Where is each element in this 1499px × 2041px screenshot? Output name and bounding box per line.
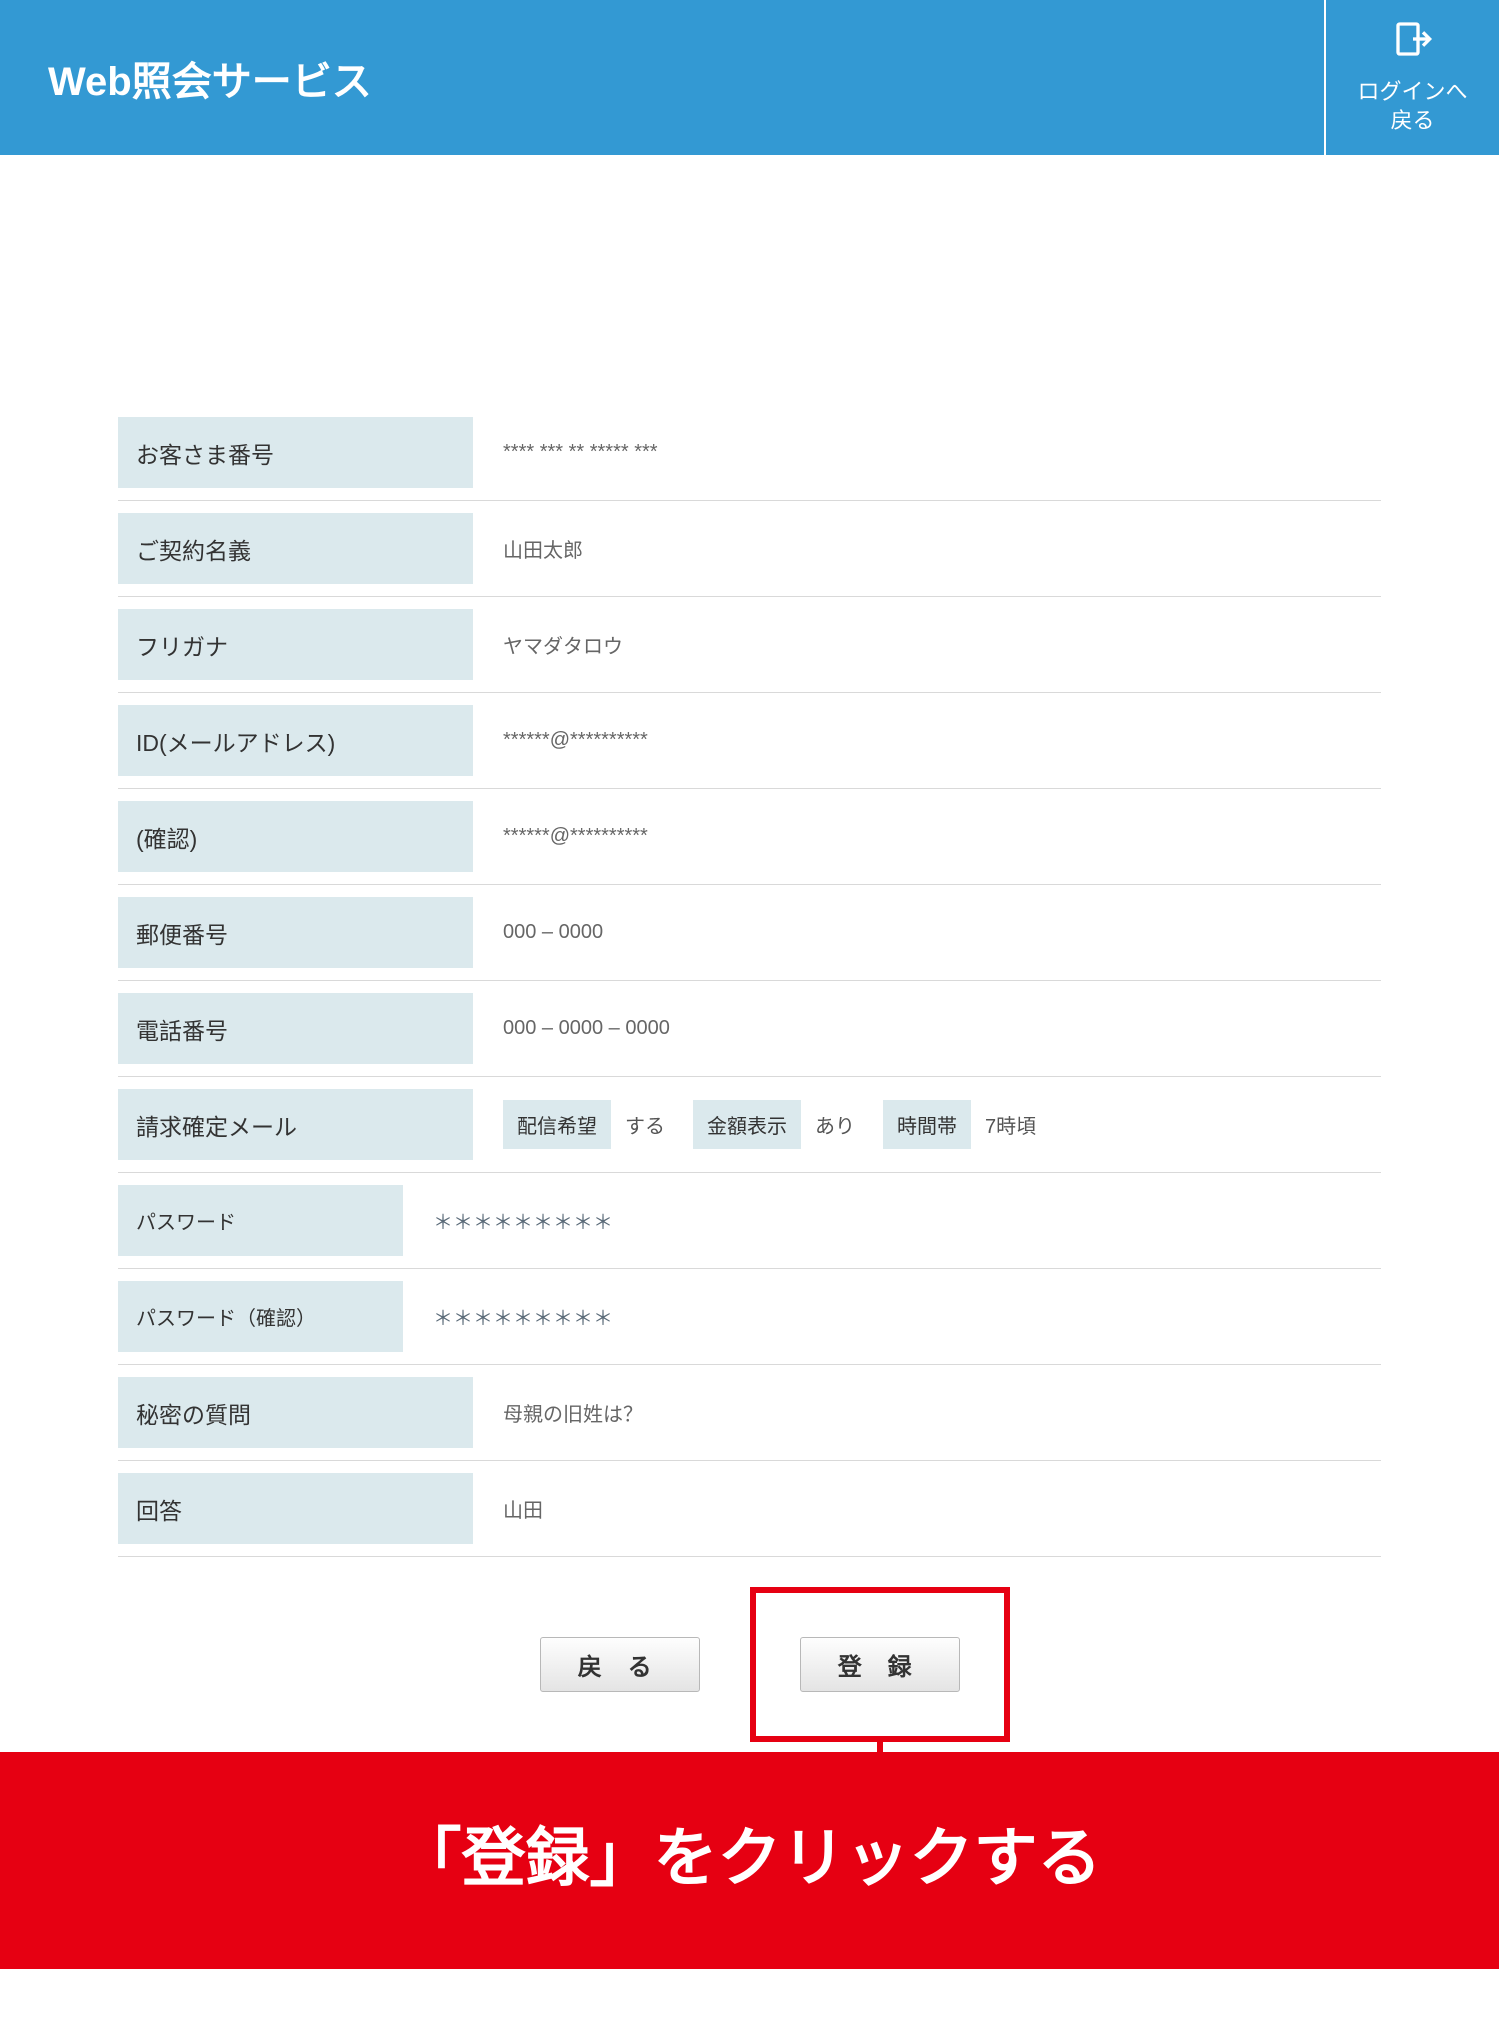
step-1-title: STEP1 — [66, 259, 323, 290]
value-billing: 配信希望 する 金額表示 あり 時間帯 7時頃 — [503, 1089, 1381, 1160]
row-password: パスワード ＊＊＊＊＊＊＊＊＊ — [118, 1173, 1381, 1269]
app-title: Web照会サービス — [0, 49, 372, 107]
value-secret-question: 母親の旧姓は？ — [503, 1377, 1381, 1448]
label-billing: 請求確定メール — [118, 1089, 473, 1160]
row-tel: 電話番号 000 – 0000 – 0000 — [118, 981, 1381, 1077]
login-back-label-2: 戻る — [1390, 106, 1434, 136]
row-zip: 郵便番号 000 – 0000 — [118, 885, 1381, 981]
billing-opt3-value: 7時頃 — [985, 1110, 1036, 1139]
button-row: 戻 る 登 録 — [48, 1637, 1451, 1692]
label-secret-question: 秘密の質問 — [118, 1377, 473, 1448]
label-furigana: フリガナ — [118, 609, 473, 680]
instruction-banner: 「登録」をクリックする — [0, 1752, 1499, 1969]
value-tel: 000 – 0000 – 0000 — [503, 993, 1381, 1064]
value-email-confirm: ******@********** — [503, 801, 1381, 872]
row-billing: 請求確定メール 配信希望 する 金額表示 あり 時間帯 7時頃 — [118, 1077, 1381, 1173]
label-zip: 郵便番号 — [118, 897, 473, 968]
value-zip: 000 – 0000 — [503, 897, 1381, 968]
label-email-confirm: (確認) — [118, 801, 473, 872]
row-password-confirm: パスワード（確認） ＊＊＊＊＊＊＊＊＊ — [118, 1269, 1381, 1365]
login-back-button[interactable]: ログインへ 戻る — [1324, 0, 1499, 155]
label-tel: 電話番号 — [118, 993, 473, 1064]
logout-icon — [1393, 19, 1433, 77]
billing-opt1-value: する — [625, 1110, 665, 1139]
step-3-sub: 完了 — [624, 290, 881, 321]
label-contract-name: ご契約名義 — [118, 513, 473, 584]
step-progress: STEP1 お客様情報の入力 STEP2 本登録 STEP3 完了 — [48, 225, 1451, 355]
row-contract-name: ご契約名義 山田太郎 — [118, 501, 1381, 597]
step-1: STEP1 お客様情報の入力 — [48, 225, 323, 355]
row-email: ID(メールアドレス) ******@********** — [118, 693, 1381, 789]
row-secret-question: 秘密の質問 母親の旧姓は？ — [118, 1365, 1381, 1461]
value-answer: 山田 — [503, 1473, 1381, 1544]
login-back-label-1: ログインへ — [1357, 77, 1467, 107]
row-email-confirm: (確認) ******@********** — [118, 789, 1381, 885]
app-header: Web照会サービス ログインへ 戻る — [0, 0, 1499, 155]
label-password: パスワード — [118, 1185, 403, 1256]
label-customer-no: お客さま番号 — [118, 417, 473, 488]
billing-opt3-label: 時間帯 — [883, 1100, 971, 1149]
confirmation-form: お客さま番号 **** *** ** ***** *** ご契約名義 山田太郎 … — [48, 405, 1451, 1557]
back-button[interactable]: 戻 る — [540, 1637, 700, 1692]
step-2: STEP2 本登録 — [327, 225, 602, 355]
billing-opt2-value: あり — [815, 1110, 855, 1139]
value-password-confirm: ＊＊＊＊＊＊＊＊＊ — [433, 1281, 1381, 1352]
label-answer: 回答 — [118, 1473, 473, 1544]
value-customer-no: **** *** ** ***** *** — [503, 417, 1381, 488]
step-1-sub: お客様情報の入力 — [66, 290, 323, 321]
row-customer-no: お客さま番号 **** *** ** ***** *** — [118, 405, 1381, 501]
step-3-title: STEP3 — [624, 259, 881, 290]
row-answer: 回答 山田 — [118, 1461, 1381, 1557]
row-furigana: フリガナ ヤマダタロウ — [118, 597, 1381, 693]
step-2-title: STEP2 — [345, 259, 602, 290]
instruction-connector-line — [877, 1742, 883, 1752]
submit-button[interactable]: 登 録 — [800, 1637, 960, 1692]
value-password: ＊＊＊＊＊＊＊＊＊ — [433, 1185, 1381, 1256]
step-3: STEP3 完了 — [606, 225, 881, 355]
value-contract-name: 山田太郎 — [503, 513, 1381, 584]
label-password-confirm: パスワード（確認） — [118, 1281, 403, 1352]
billing-opt1-label: 配信希望 — [503, 1100, 611, 1149]
billing-opt2-label: 金額表示 — [693, 1100, 801, 1149]
value-email: ******@********** — [503, 705, 1381, 776]
step-2-sub: 本登録 — [345, 290, 602, 321]
label-email: ID(メールアドレス) — [118, 705, 473, 776]
value-furigana: ヤマダタロウ — [503, 609, 1381, 680]
